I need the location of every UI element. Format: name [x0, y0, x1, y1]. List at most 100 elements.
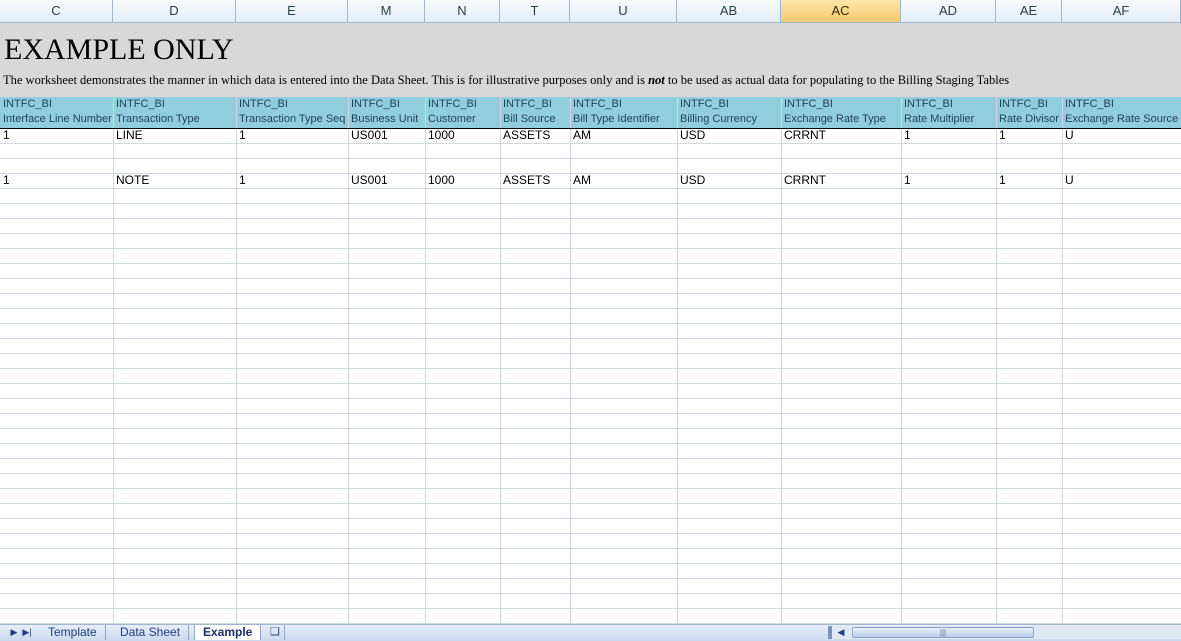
row-gridline — [0, 323, 1181, 324]
column-header-d[interactable]: D — [113, 0, 236, 22]
tab-template[interactable]: Template — [40, 625, 106, 640]
table-cell[interactable]: 1 — [239, 173, 246, 188]
header-cell[interactable]: INTFC_BI — [503, 97, 552, 112]
header-cell[interactable]: INTFC_BI — [116, 97, 165, 112]
column-gridline — [570, 97, 571, 624]
next-sheet-icon[interactable]: ▶ — [8, 626, 20, 639]
column-header-e[interactable]: E — [236, 0, 348, 22]
header-cell[interactable]: Billing Currency — [680, 112, 757, 127]
table-cell[interactable]: US001 — [351, 173, 388, 188]
table-cell[interactable]: 1 — [3, 128, 10, 143]
scroll-left-icon[interactable]: ◀ — [834, 626, 848, 639]
horizontal-scrollbar[interactable]: ◀ ||| — [828, 626, 1181, 639]
header-cell[interactable]: Customer — [428, 112, 476, 127]
column-header-ab[interactable]: AB — [677, 0, 781, 22]
column-header-t[interactable]: T — [500, 0, 570, 22]
table-cell[interactable]: 1 — [3, 173, 10, 188]
table-cell[interactable]: U — [1065, 173, 1074, 188]
column-gridline — [1062, 97, 1063, 624]
column-header-c[interactable]: C — [0, 0, 113, 22]
header-cell[interactable]: Bill Type Identifier — [573, 112, 660, 127]
header-cell[interactable]: Interface Line Number — [3, 112, 112, 127]
table-cell[interactable]: AM — [573, 173, 591, 188]
column-header-u[interactable]: U — [570, 0, 677, 22]
row-gridline — [0, 413, 1181, 414]
header-cell[interactable]: INTFC_BI — [573, 97, 622, 112]
header-cell[interactable]: Business Unit — [351, 112, 418, 127]
header-cell[interactable]: Rate Multiplier — [904, 112, 974, 127]
row-gridline — [0, 398, 1181, 399]
column-header-bar: C D E M N T U AB AC AD AE AF — [0, 0, 1181, 23]
header-cell[interactable]: Transaction Type — [116, 112, 200, 127]
header-cell[interactable]: INTFC_BI — [351, 97, 400, 112]
tab-split-handle[interactable] — [828, 626, 832, 639]
header-cell[interactable]: INTFC_BI — [784, 97, 833, 112]
table-cell[interactable]: CRRNT — [784, 173, 826, 188]
table-cell[interactable]: 1 — [999, 173, 1006, 188]
column-header-ac[interactable]: AC — [781, 0, 901, 22]
header-cell[interactable]: INTFC_BI — [3, 97, 52, 112]
header-cell[interactable]: INTFC_BI — [428, 97, 477, 112]
row-gridline — [0, 218, 1181, 219]
header-cell[interactable]: Exchange Rate Type — [784, 112, 886, 127]
table-cell[interactable]: USD — [680, 128, 705, 143]
row-gridline — [0, 488, 1181, 489]
header-cell[interactable]: Exchange Rate Source — [1065, 112, 1178, 127]
desc-text-after: to be used as actual data for populating… — [664, 73, 1010, 87]
tab-example[interactable]: Example — [194, 625, 262, 640]
banner-description: The worksheet demonstrates the manner in… — [3, 73, 1009, 88]
row-gridline — [0, 233, 1181, 234]
row-gridline — [0, 263, 1181, 264]
table-cell[interactable]: 1 — [999, 128, 1006, 143]
row-gridline — [0, 248, 1181, 249]
table-cell[interactable]: 1000 — [428, 173, 455, 188]
worksheet-grid[interactable]: INTFC_BI INTFC_BI INTFC_BI INTFC_BI INTF… — [0, 97, 1181, 624]
table-cell[interactable]: LINE — [116, 128, 143, 143]
row-gridline — [0, 293, 1181, 294]
column-gridline — [677, 97, 678, 624]
table-cell[interactable]: AM — [573, 128, 591, 143]
table-cell[interactable]: 1 — [239, 128, 246, 143]
table-cell[interactable]: U — [1065, 128, 1074, 143]
row-gridline — [0, 443, 1181, 444]
row-gridline — [0, 383, 1181, 384]
header-cell[interactable]: Bill Source — [503, 112, 556, 127]
scroll-thumb[interactable]: ||| — [852, 627, 1034, 638]
row-gridline — [0, 158, 1181, 159]
table-cell[interactable]: CRRNT — [784, 128, 826, 143]
column-header-af[interactable]: AF — [1062, 0, 1181, 22]
column-gridline — [348, 97, 349, 624]
table-cell[interactable]: ASSETS — [503, 128, 550, 143]
row-gridline — [0, 533, 1181, 534]
column-gridline — [996, 97, 997, 624]
header-cell[interactable]: Rate Divisor — [999, 112, 1059, 127]
desc-emphasis: not — [648, 73, 665, 87]
table-cell[interactable]: 1 — [904, 173, 911, 188]
row-gridline — [0, 338, 1181, 339]
row-gridline — [0, 458, 1181, 459]
column-header-ad[interactable]: AD — [901, 0, 996, 22]
column-header-n[interactable]: N — [425, 0, 500, 22]
table-cell[interactable]: ASSETS — [503, 173, 550, 188]
table-cell[interactable]: US001 — [351, 128, 388, 143]
tab-data-sheet[interactable]: Data Sheet — [112, 625, 190, 640]
table-cell[interactable]: 1000 — [428, 128, 455, 143]
header-cell[interactable]: INTFC_BI — [999, 97, 1048, 112]
row-gridline — [0, 428, 1181, 429]
row-gridline — [0, 188, 1181, 189]
table-cell[interactable]: USD — [680, 173, 705, 188]
last-sheet-icon[interactable]: ▶| — [21, 626, 33, 639]
header-cell[interactable]: INTFC_BI — [904, 97, 953, 112]
insert-sheet-icon[interactable]: ❏ — [266, 625, 285, 640]
row-gridline — [0, 143, 1181, 144]
column-gridline — [781, 97, 782, 624]
row-gridline — [0, 203, 1181, 204]
header-cell[interactable]: INTFC_BI — [239, 97, 288, 112]
header-cell[interactable]: INTFC_BI — [1065, 97, 1114, 112]
header-cell[interactable]: INTFC_BI — [680, 97, 729, 112]
table-cell[interactable]: NOTE — [116, 173, 149, 188]
column-header-m[interactable]: M — [348, 0, 425, 22]
column-header-ae[interactable]: AE — [996, 0, 1062, 22]
table-cell[interactable]: 1 — [904, 128, 911, 143]
header-cell[interactable]: Transaction Type Seq — [239, 112, 345, 127]
